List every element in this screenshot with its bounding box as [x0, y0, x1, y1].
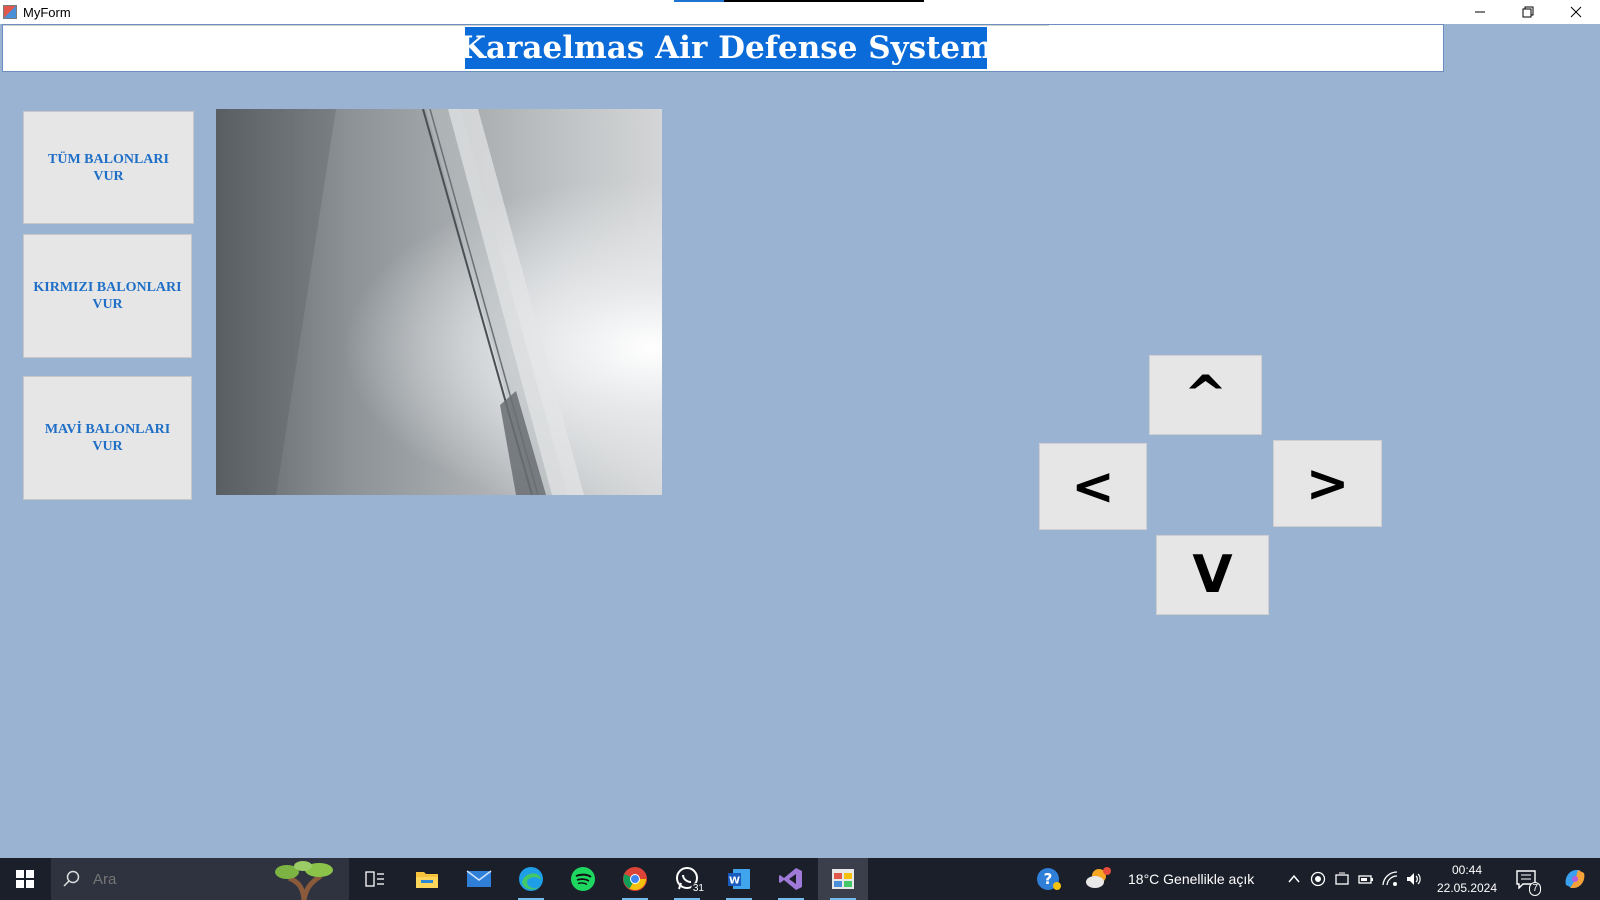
battery-icon[interactable]	[1358, 871, 1374, 887]
volume-icon[interactable]	[1406, 871, 1422, 887]
taskbar-search[interactable]	[51, 858, 349, 900]
mail-button[interactable]	[454, 858, 504, 900]
copilot-icon	[1565, 870, 1585, 888]
clock-date: 22.05.2024	[1436, 881, 1498, 895]
task-view-icon	[365, 871, 384, 887]
whatsapp-button[interactable]: 31	[662, 858, 712, 900]
shoot-blue-balloons-button[interactable]: MAVİ BALONLARI VUR	[23, 376, 192, 500]
minimize-icon	[1475, 11, 1485, 13]
wifi-icon[interactable]	[1382, 871, 1398, 887]
taskbar: 31 W ? 18°C	[0, 858, 1600, 900]
word-icon: W	[728, 869, 750, 889]
move-right-button[interactable]: >	[1273, 440, 1382, 527]
page-title: Karaelmas Air Defense System	[459, 27, 993, 69]
myform-app-button[interactable]	[818, 858, 868, 900]
window-title: MyForm	[23, 4, 71, 20]
search-icon	[63, 870, 80, 887]
window-controls	[1456, 0, 1600, 24]
search-input[interactable]	[91, 869, 245, 889]
mail-icon	[466, 870, 492, 887]
record-icon[interactable]	[1310, 871, 1326, 887]
chrome-icon	[623, 867, 647, 891]
meet-now-icon[interactable]	[1334, 871, 1350, 887]
word-button[interactable]: W	[714, 858, 764, 900]
start-button[interactable]	[0, 858, 50, 900]
search-highlight-tree-icon	[275, 861, 333, 900]
close-button[interactable]	[1552, 0, 1600, 24]
weather-text[interactable]: 18°C Genellikle açık	[1128, 858, 1254, 900]
file-explorer-button[interactable]	[402, 858, 452, 900]
copilot-button[interactable]	[1552, 858, 1598, 900]
edge-icon	[519, 867, 543, 891]
notification-count: 7	[1529, 882, 1541, 896]
shoot-all-balloons-button[interactable]: TÜM BALONLARI VUR	[23, 111, 194, 224]
windows-logo-icon	[16, 870, 34, 888]
action-center-button[interactable]: 7	[1503, 858, 1549, 900]
task-view-button[interactable]	[350, 858, 400, 900]
restore-icon	[1522, 6, 1534, 18]
visual-studio-button[interactable]	[766, 858, 816, 900]
chrome-button[interactable]	[610, 858, 660, 900]
visual-studio-icon	[779, 868, 802, 890]
window-titlebar: MyForm	[0, 0, 1600, 24]
titlebar-accent	[674, 0, 924, 2]
app-icon	[3, 5, 17, 19]
svg-text:?: ?	[1044, 870, 1053, 888]
myform-app-icon	[832, 869, 854, 889]
close-icon	[1570, 6, 1582, 18]
weather-button[interactable]	[1080, 858, 1116, 900]
camera-scene	[216, 109, 584, 495]
edge-button[interactable]	[506, 858, 556, 900]
taskbar-clock[interactable]: 00:44 22.05.2024	[1432, 861, 1502, 897]
svg-text:W: W	[729, 876, 740, 887]
chevron-up-icon[interactable]	[1286, 871, 1302, 887]
restore-button[interactable]	[1504, 0, 1552, 24]
spotify-icon	[571, 867, 595, 891]
file-explorer-icon	[416, 872, 438, 888]
move-up-button[interactable]: ^	[1149, 355, 1262, 435]
move-down-button[interactable]: V	[1156, 535, 1269, 615]
weather-icon	[1086, 867, 1111, 888]
camera-feed	[216, 109, 662, 495]
shoot-red-balloons-button[interactable]: KIRMIZI BALONLARI VUR	[23, 234, 192, 358]
spotify-button[interactable]	[558, 858, 608, 900]
minimize-button[interactable]	[1456, 0, 1504, 24]
header-panel: Karaelmas Air Defense System	[2, 24, 1444, 72]
clock-time: 00:44	[1451, 863, 1483, 877]
help-icon: ?	[1037, 868, 1061, 890]
help-button[interactable]: ?	[1024, 858, 1074, 900]
whatsapp-badge: 31	[690, 883, 706, 895]
move-left-button[interactable]: <	[1039, 443, 1147, 530]
